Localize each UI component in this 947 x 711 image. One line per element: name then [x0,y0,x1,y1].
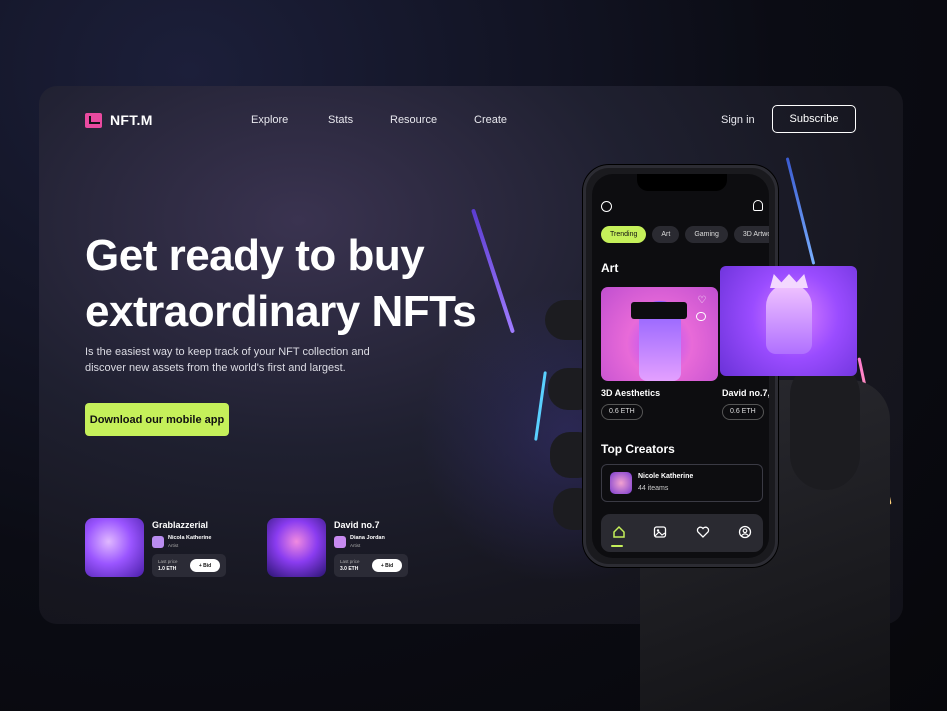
chip-trending[interactable]: Trending [601,226,647,243]
chip-gaming[interactable]: Gaming [685,226,728,243]
bid-button[interactable]: + Bid [190,559,220,572]
hero-title-line1: Get ready to buy [85,231,425,280]
avatar [610,472,632,494]
hero-title: Get ready to buy extraordinary NFTs [85,228,477,340]
nft-name: 3D Aesthetics [601,388,661,398]
nft-bust [766,284,812,354]
nav-resource[interactable]: Resource [390,114,437,126]
bell-icon[interactable] [753,200,763,211]
section-title-art: Art [601,261,619,275]
chip-3d-artwork[interactable]: 3D Artwo [733,226,769,243]
creator-items: 44 iteams [638,485,669,492]
phone-notch [637,174,727,191]
nft-price: 0.6 ETH [722,404,764,420]
price-box: Last price 3.0 ETH + Bid [334,554,408,577]
last-price-value: 1.0 ETH [158,566,177,572]
section-title-top-creators: Top Creators [601,442,675,456]
nft-crown [770,274,808,288]
featured-title: David no.7 [334,520,380,530]
profile-icon[interactable] [738,525,752,539]
comment-icon[interactable] [696,312,706,321]
nft-card-david-no7[interactable] [720,266,857,376]
home-icon[interactable] [612,525,626,539]
subscribe-button[interactable]: Subscribe [772,105,856,133]
price-box: Last price 1.0 ETH + Bid [152,554,226,577]
signin-link[interactable]: Sign in [721,114,755,126]
creator-name: Nicole Katherine [638,473,694,480]
nav-create[interactable]: Create [474,114,507,126]
neon-line-blue [785,157,816,265]
active-tab-indicator [611,545,623,547]
bid-button[interactable]: + Bid [372,559,402,572]
nft-thumbnail [267,518,326,577]
featured-card[interactable]: Grablazzerial Nicola Katherine Artist La… [85,518,235,578]
gallery-icon[interactable] [653,525,667,539]
bottom-tabbar [601,514,763,552]
nft-thumbnail [85,518,144,577]
censor-bar [631,302,687,319]
creator-card[interactable]: Nicole Katherine 44 iteams [601,464,763,502]
brand-name: NFT.M [110,112,153,128]
avatar [334,536,346,548]
nft-name: David no.7, [722,388,769,398]
creator-name: Diana Jordan [350,535,385,541]
brand-logo[interactable]: NFT.M [85,112,153,128]
nav-explore[interactable]: Explore [251,114,288,126]
search-icon[interactable] [601,201,612,212]
hero-title-line2: extraordinary NFTs [85,287,477,336]
category-chips: Trending Art Gaming 3D Artwo [601,226,769,243]
hero-subtitle: Is the easiest way to keep track of your… [85,346,370,374]
chip-art[interactable]: Art [652,226,680,243]
creator-role: Artist [168,543,179,548]
featured-card[interactable]: David no.7 Diana Jordan Artist Last pric… [267,518,417,578]
download-app-button[interactable]: Download our mobile app [85,403,229,436]
last-price-value: 3.0 ETH [340,566,359,572]
featured-title: Grablazzerial [152,520,209,530]
nft-card-3d-aesthetics[interactable]: ♡ [601,287,718,381]
hand-thumb [790,360,860,490]
heart-icon[interactable]: ♡ [696,295,708,307]
logo-icon [85,112,102,128]
last-price-label: Last price [340,559,360,564]
heart-icon[interactable] [696,525,710,539]
creator-role: Artist [350,543,361,548]
nft-price: 0.6 ETH [601,404,643,420]
avatar [152,536,164,548]
last-price-label: Last price [158,559,178,564]
creator-name: Nicola Katherine [168,535,212,541]
nav-stats[interactable]: Stats [328,114,353,126]
